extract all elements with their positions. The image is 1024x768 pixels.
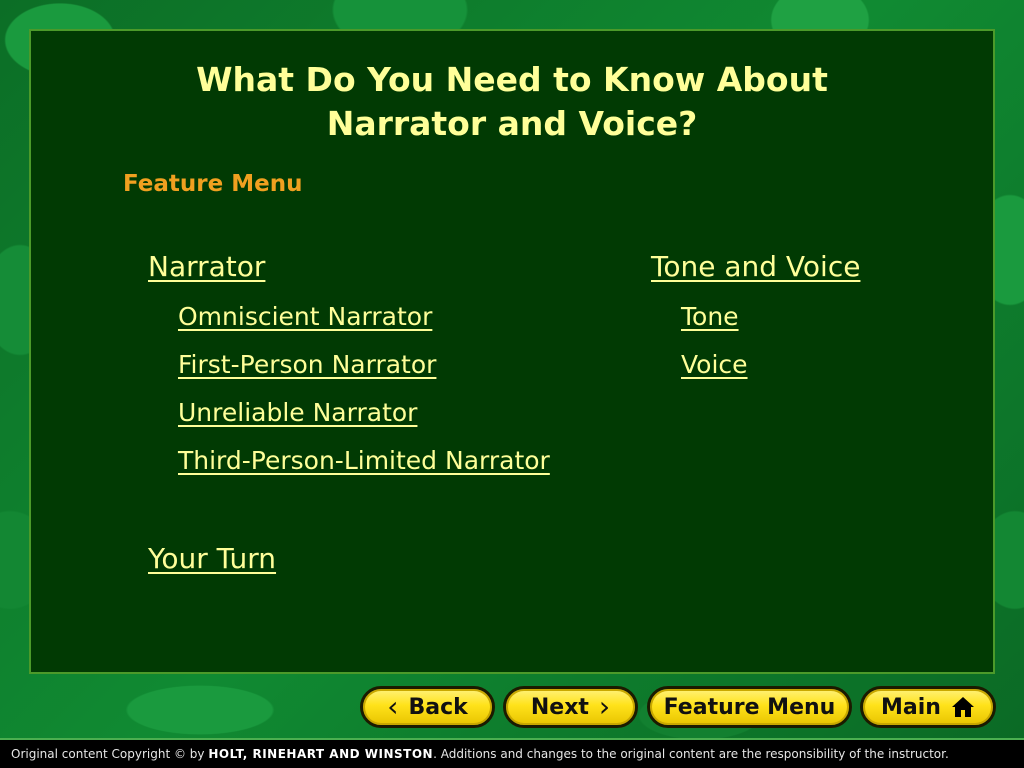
copyright-footer: Original content Copyright © by HOLT, RI… [0,738,1024,768]
link-your-turn[interactable]: Your Turn [148,542,276,575]
chevron-left-icon: ‹ [387,690,399,723]
back-button[interactable]: ‹ Back [360,686,495,728]
feature-menu-button[interactable]: Feature Menu [647,686,852,728]
next-label: Next [530,694,589,720]
link-unreliable-narrator[interactable]: Unreliable Narrator [178,398,417,427]
feature-menu-label: Feature Menu [663,694,836,720]
publisher-name: HOLT, RINEHART AND WINSTON [208,747,434,761]
main-label: Main [881,694,941,720]
link-narrator[interactable]: Narrator [148,250,265,283]
title-line-2: Narrator and Voice? [326,104,698,143]
content-panel: What Do You Need to Know About Narrator … [29,29,995,674]
link-tone-and-voice[interactable]: Tone and Voice [651,250,860,283]
footer-prefix: Original content Copyright © by [11,747,205,761]
footer-suffix: . Additions and changes to the original … [433,747,949,761]
chevron-right-icon: › [598,690,611,723]
main-button[interactable]: Main [860,686,996,728]
link-omniscient-narrator[interactable]: Omniscient Narrator [178,302,432,331]
title-line-1: What Do You Need to Know About [196,60,828,99]
link-tone[interactable]: Tone [681,302,739,331]
back-label: Back [408,694,468,720]
link-third-person-limited-narrator[interactable]: Third-Person-Limited Narrator [178,446,550,475]
next-button[interactable]: Next › [503,686,638,728]
section-label: Feature Menu [123,171,303,197]
home-icon [951,697,974,717]
slide-title: What Do You Need to Know About Narrator … [31,58,993,146]
link-voice[interactable]: Voice [681,350,748,379]
link-first-person-narrator[interactable]: First-Person Narrator [178,350,436,379]
